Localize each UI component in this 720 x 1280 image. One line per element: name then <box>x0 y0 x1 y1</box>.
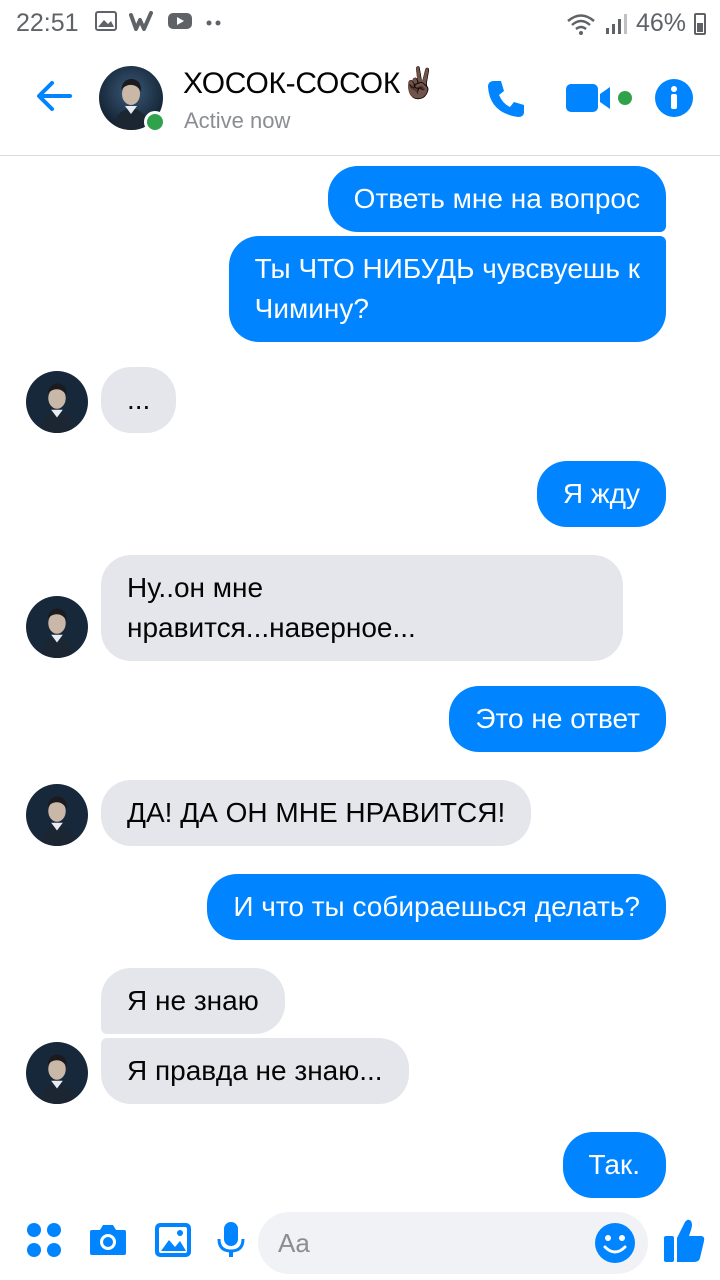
message-text: Ответь мне на вопрос <box>353 183 640 214</box>
online-indicator <box>144 111 166 133</box>
message-composer: Aa <box>0 1200 720 1280</box>
sender-avatar[interactable] <box>26 784 88 846</box>
message-text: Это не ответ <box>475 703 640 734</box>
youtube-icon <box>168 13 192 29</box>
sender-avatar[interactable] <box>26 596 88 658</box>
message-input-placeholder: Aa <box>278 1228 310 1258</box>
message-bubble-outgoing[interactable]: И что ты собираешься делать? <box>207 874 666 940</box>
avatar-photo <box>26 596 88 658</box>
contact-avatar[interactable] <box>99 66 166 133</box>
message-bubble-incoming[interactable]: Ну..он мне нравится...наверное... <box>101 555 623 661</box>
message-bubble-outgoing[interactable]: Ответь мне на вопрос <box>327 166 666 232</box>
status-time: 22:51 <box>16 9 79 37</box>
message-text: Ну..он мне <box>127 572 264 603</box>
contact-status: Active now <box>184 108 291 133</box>
sender-avatar[interactable] <box>26 371 88 433</box>
emoji-icon[interactable] <box>594 1222 636 1264</box>
contact-name[interactable]: ХОСОК-СОСОК✌🏿 <box>183 66 437 101</box>
info-icon[interactable] <box>655 79 693 117</box>
message-text-line2: нравится...наверное... <box>127 612 416 643</box>
notification-icons <box>95 11 223 31</box>
signal-icon <box>605 13 627 34</box>
conversation-header: ХОСОК-СОСОК✌🏿 Active now <box>0 46 720 156</box>
avatar-photo <box>26 784 88 846</box>
message-text: Так. <box>588 1149 640 1180</box>
message-bubble-outgoing[interactable]: Это не ответ <box>449 686 666 752</box>
message-text: И что ты собираешься делать? <box>233 891 640 922</box>
message-bubble-outgoing[interactable]: Так. <box>562 1132 666 1198</box>
video-call-icon[interactable] <box>566 82 636 114</box>
message-bubble-incoming[interactable]: ДА! ДА ОН МНЕ НРАВИТСЯ! <box>101 780 532 846</box>
gallery-icon[interactable] <box>153 1220 193 1260</box>
sender-avatar[interactable] <box>26 1042 88 1104</box>
status-bar: 22:51 46% <box>0 0 720 46</box>
message-text: ДА! ДА ОН МНЕ НРАВИТСЯ! <box>127 797 506 828</box>
avatar-photo <box>26 371 88 433</box>
phone-icon[interactable] <box>484 77 528 121</box>
wattpad-icon <box>129 11 153 31</box>
message-bubble-outgoing[interactable]: Я жду <box>536 461 666 527</box>
message-text: Я не знаю <box>127 985 259 1016</box>
message-text: ... <box>127 384 151 415</box>
apps-icon[interactable] <box>24 1220 64 1260</box>
message-thread[interactable]: Ответь мне на вопрос Ты ЧТО НИБУДЬ чувсв… <box>0 157 720 1200</box>
message-input[interactable]: Aa <box>258 1212 648 1274</box>
avatar-photo <box>26 1042 88 1104</box>
thumbs-up-icon[interactable] <box>662 1216 706 1264</box>
message-bubble-incoming[interactable]: Я правда не знаю... <box>101 1038 409 1104</box>
wifi-icon <box>567 13 595 35</box>
message-text: Ты ЧТО НИБУДЬ чувсвуешь к <box>254 253 640 284</box>
system-status: 46% <box>566 9 706 38</box>
more-dots-icon <box>206 20 221 26</box>
message-bubble-outgoing[interactable]: Ты ЧТО НИБУДЬ чувсвуешь к Чимину? <box>228 236 666 342</box>
back-arrow-icon[interactable] <box>34 76 74 116</box>
camera-icon[interactable] <box>88 1220 128 1260</box>
message-text: Я правда не знаю... <box>127 1055 383 1086</box>
message-text: Я жду <box>562 478 640 509</box>
battery-percent: 46% <box>635 9 686 37</box>
microphone-icon[interactable] <box>211 1220 251 1260</box>
message-bubble-incoming[interactable]: Я не знаю <box>101 968 285 1034</box>
message-bubble-incoming[interactable]: ... <box>101 367 177 433</box>
gallery-icon <box>95 11 117 31</box>
message-text-line2: Чимину? <box>254 293 369 324</box>
battery-icon <box>694 12 706 35</box>
